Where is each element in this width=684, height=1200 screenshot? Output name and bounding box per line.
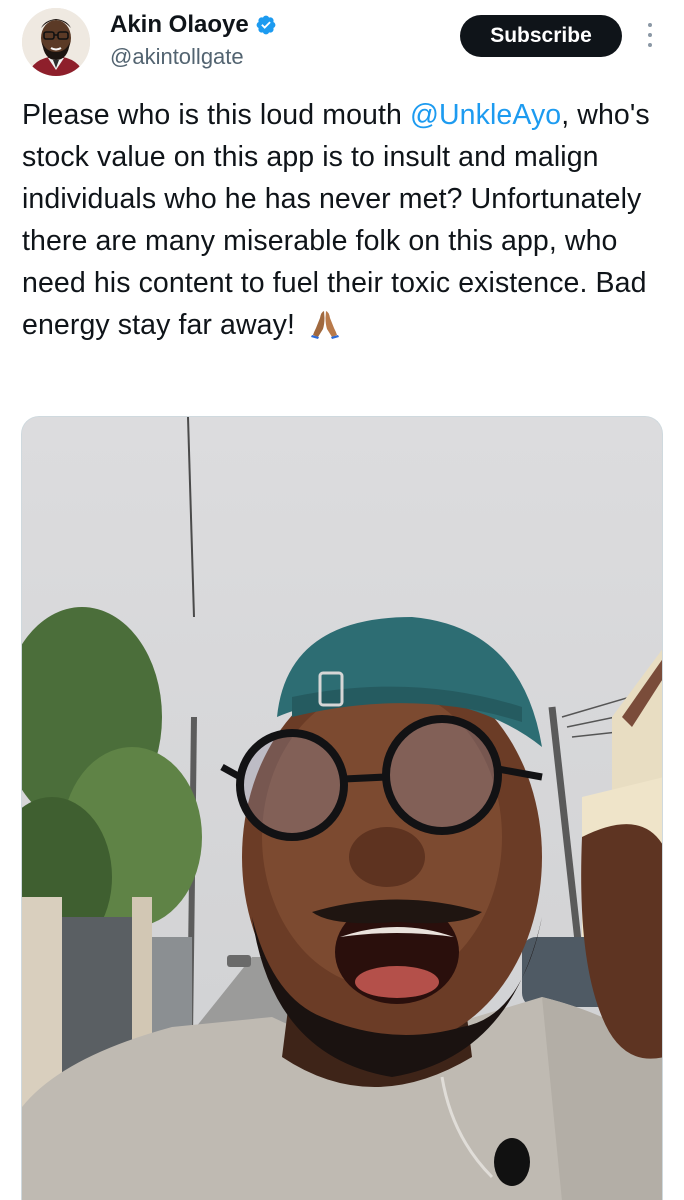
- mention-link[interactable]: @UnkleAyo: [410, 99, 561, 131]
- more-vertical-icon[interactable]: [640, 20, 660, 50]
- subscribe-button[interactable]: Subscribe: [460, 15, 622, 57]
- author-names[interactable]: Akin Olaoye @akintollgate: [110, 10, 277, 72]
- author-avatar[interactable]: [22, 8, 90, 76]
- folded-hands-icon: [309, 308, 341, 340]
- verified-badge-icon: [255, 14, 277, 36]
- tweet-media-video[interactable]: [21, 416, 663, 1200]
- author-handle[interactable]: @akintollgate: [110, 42, 277, 72]
- tweet-text-part-2: , who's stock value on this app is to in…: [22, 99, 650, 341]
- tweet-header: Akin Olaoye @akintollgate Subscribe: [0, 0, 684, 88]
- display-name[interactable]: Akin Olaoye: [110, 10, 249, 40]
- tweet-text: Please who is this loud mouth @UnkleAyo,…: [22, 94, 662, 346]
- tweet-text-part-1: Please who is this loud mouth: [22, 99, 410, 131]
- display-name-row: Akin Olaoye: [110, 10, 277, 40]
